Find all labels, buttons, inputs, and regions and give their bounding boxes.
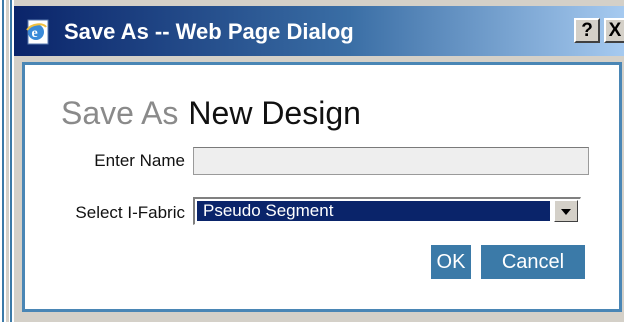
page-title: Save As New Design: [61, 95, 361, 132]
heading-prefix: Save As: [61, 95, 179, 131]
help-button[interactable]: ?: [574, 18, 600, 43]
ie-page-icon: e: [26, 19, 49, 45]
background-window-frame: [0, 0, 14, 322]
fabric-select[interactable]: Pseudo Segment: [193, 197, 581, 225]
chevron-down-icon[interactable]: [554, 200, 578, 222]
fabric-label: Select I-Fabric: [75, 203, 185, 222]
dialog-content: Save As New Design Enter Name Select I-Fa…: [22, 62, 622, 312]
dialog-window: e Save As -- Web Page Dialog ? X Save As…: [14, 0, 624, 322]
title-bar[interactable]: e Save As -- Web Page Dialog ? X: [14, 6, 624, 56]
name-label: Enter Name: [94, 151, 185, 170]
close-button[interactable]: X: [604, 18, 624, 43]
heading-main: New Design: [188, 95, 361, 131]
window-title: Save As -- Web Page Dialog: [64, 19, 354, 44]
name-input[interactable]: [193, 147, 589, 175]
svg-text:e: e: [32, 26, 38, 41]
fabric-select-value: Pseudo Segment: [197, 201, 550, 221]
ok-button[interactable]: OK: [431, 245, 471, 279]
cancel-button[interactable]: Cancel: [481, 245, 585, 279]
